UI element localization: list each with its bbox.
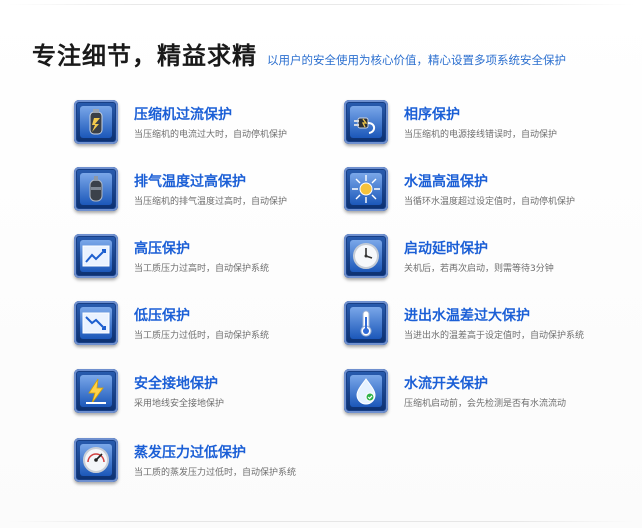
header: 专注细节，精益求精 以用户的安全使用为核心价值，精心设置多项系统安全保护 [32, 36, 566, 70]
item-desc: 当工质的蒸发压力过低时，自动保护系统 [134, 468, 297, 478]
item-title: 水流开关保护 [404, 376, 488, 392]
lightning-icon [74, 369, 118, 413]
feature-item-water-high-temp: 水温高温保护 当循环水温度超过设定值时，自动停机保护 [344, 167, 642, 217]
page-frame: 专注细节，精益求精 以用户的安全使用为核心价值，精心设置多项系统安全保护 压缩机… [0, 0, 642, 528]
sun-icon [344, 167, 388, 211]
item-title: 高压保护 [134, 241, 190, 257]
chart-up-icon [74, 234, 118, 278]
gauge-icon [74, 438, 118, 482]
thermometer-icon [344, 301, 388, 345]
item-desc: 当工质压力过低时，自动保护系统 [134, 331, 270, 341]
page-subtitle: 以用户的安全使用为核心价值，精心设置多项系统安全保护 [267, 53, 566, 67]
item-title: 安全接地保护 [134, 376, 218, 392]
feature-item-water-flow-switch: 水流开关保护 压缩机启动前，会先检测是否有水流流动 [344, 369, 642, 419]
feature-item-startup-delay: 启动延时保护 关机后，若再次启动，则需等待3分钟 [344, 234, 642, 284]
feature-item-grounding: 安全接地保护 采用地线安全接地保护 [74, 369, 374, 419]
item-desc: 当工质压力过高时，自动保护系统 [134, 264, 270, 274]
top-divider [8, 4, 634, 5]
item-title: 排气温度过高保护 [134, 174, 246, 190]
feature-item-high-pressure: 高压保护 当工质压力过高时，自动保护系统 [74, 234, 374, 284]
feature-item-evaporating-pressure: 蒸发压力过低保护 当工质的蒸发压力过低时，自动保护系统 [74, 438, 374, 488]
chart-down-icon [74, 301, 118, 345]
item-title: 相序保护 [404, 107, 460, 123]
item-desc: 采用地线安全接地保护 [134, 399, 225, 409]
clock-icon [344, 234, 388, 278]
feature-item-low-pressure: 低压保护 当工质压力过低时，自动保护系统 [74, 301, 374, 351]
page-title: 专注细节，精益求精 [32, 42, 257, 70]
item-title: 进出水温差过大保护 [404, 308, 530, 324]
bottom-divider [8, 521, 634, 522]
item-title: 压缩机过流保护 [134, 107, 232, 123]
item-title: 启动延时保护 [404, 241, 488, 257]
item-desc: 当循环水温度超过设定值时，自动停机保护 [404, 197, 576, 207]
item-desc: 当压缩机的电流过大时，自动停机保护 [134, 130, 288, 140]
item-desc: 当压缩机的排气温度过高时，自动保护 [134, 197, 288, 207]
item-title: 水温高温保护 [404, 174, 488, 190]
feature-item-exhaust-temp: 排气温度过高保护 当压缩机的排气温度过高时，自动保护 [74, 167, 374, 217]
feature-item-compressor-overcurrent: 压缩机过流保护 当压缩机的电流过大时，自动停机保护 [74, 100, 374, 150]
item-desc: 当压缩机的电源接线错误时，自动保护 [404, 130, 558, 140]
feature-item-phase-sequence: 相序保护 当压缩机的电源接线错误时，自动保护 [344, 100, 642, 150]
item-desc: 压缩机启动前，会先检测是否有水流流动 [404, 399, 567, 409]
item-desc: 当进出水的温差高于设定值时，自动保护系统 [404, 331, 585, 341]
plug-icon [344, 100, 388, 144]
item-title: 蒸发压力过低保护 [134, 445, 246, 461]
water-drop-icon [344, 369, 388, 413]
cylinder-icon [74, 167, 118, 211]
item-title: 低压保护 [134, 308, 190, 324]
compressor-icon [74, 100, 118, 144]
feature-item-water-temp-diff: 进出水温差过大保护 当进出水的温差高于设定值时，自动保护系统 [344, 301, 642, 351]
item-desc: 关机后，若再次启动，则需等待3分钟 [404, 264, 554, 274]
